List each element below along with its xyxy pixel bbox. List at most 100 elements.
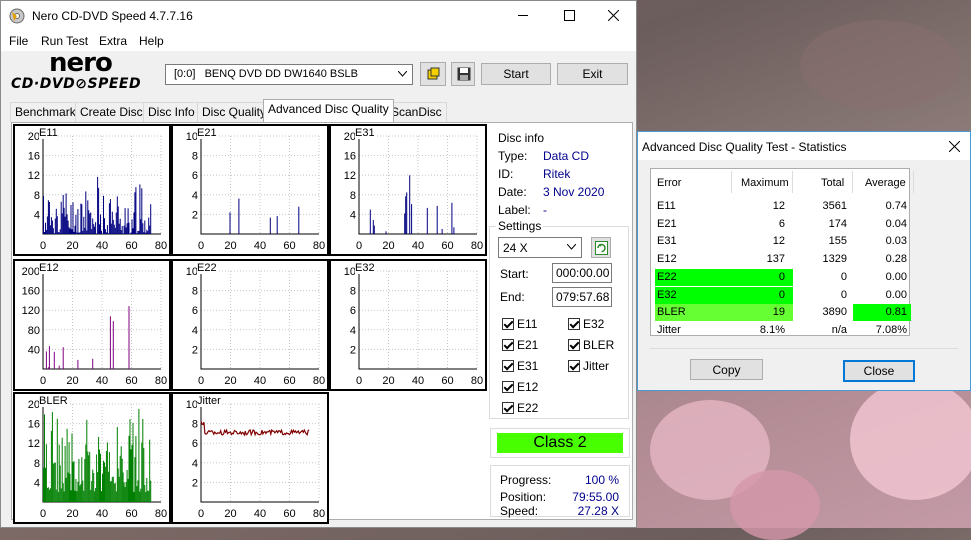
data-bar — [405, 196, 406, 234]
data-bar — [106, 232, 107, 234]
data-bar — [71, 205, 72, 234]
tab-disc-quality[interactable]: Disc Quality — [197, 102, 271, 122]
exit-button[interactable]: Exit — [557, 63, 628, 85]
close-icon[interactable] — [949, 141, 960, 152]
end-time-input[interactable]: 079:57.68 — [552, 287, 612, 307]
graph-title: E12 — [39, 262, 59, 274]
drive-eject-button[interactable] — [420, 62, 446, 86]
tab-benchmark[interactable]: Benchmark — [10, 102, 81, 122]
checkbox-e32[interactable]: E32 — [568, 317, 604, 331]
data-bar — [145, 492, 146, 502]
data-bar — [75, 491, 76, 502]
data-bar — [93, 473, 94, 502]
data-bar — [370, 210, 371, 234]
y-tick-label: 120 — [22, 305, 40, 317]
progress-label: Progress: — [500, 473, 551, 487]
save-button[interactable] — [451, 62, 475, 86]
data-bar — [106, 451, 107, 502]
start-button[interactable]: Start — [481, 63, 551, 85]
x-tick-label: 0 — [40, 375, 46, 387]
data-bar — [74, 461, 75, 502]
data-bar — [68, 473, 69, 503]
x-tick-label: 80 — [155, 375, 167, 387]
menu-extra[interactable]: Extra — [99, 34, 127, 48]
statistics-row-e32: E32000.00 — [651, 287, 909, 304]
data-bar — [135, 187, 136, 234]
position-value: 79:55.00 — [572, 490, 619, 504]
x-tick-label: 20 — [224, 375, 236, 387]
statistics-row-e22: E22000.00 — [651, 269, 909, 286]
data-bar — [143, 448, 144, 502]
y-tick-label: 8 — [350, 190, 356, 202]
drive-select[interactable]: [0:0] BENQ DVD DD DW1640 BSLB — [165, 64, 413, 85]
data-bar — [129, 306, 130, 369]
cell-avg: 0.00 — [847, 271, 907, 283]
data-bar — [70, 229, 71, 234]
position-label: Position: — [500, 490, 546, 504]
data-bar — [94, 491, 95, 502]
copy-button[interactable]: Copy — [690, 359, 763, 380]
data-bar — [105, 229, 106, 234]
checkbox-e31[interactable]: E31 — [502, 359, 538, 373]
data-bar — [80, 484, 81, 502]
close-button[interactable]: Close — [843, 360, 915, 382]
speed-select-value: 24 X — [503, 241, 528, 255]
checkbox-jitter[interactable]: Jitter — [568, 359, 609, 373]
cell-max: 12 — [725, 235, 785, 247]
menu-file[interactable]: File — [9, 34, 28, 48]
data-bar — [406, 192, 407, 234]
statistics-row-e12: E1213713290.28 — [651, 251, 909, 268]
minimize-icon[interactable] — [518, 15, 528, 16]
refresh-button[interactable] — [591, 237, 611, 258]
title-bar[interactable]: Nero CD-DVD Speed 4.7.7.16 — [1, 1, 636, 31]
chevron-down-icon — [567, 244, 576, 250]
graph-title: E31 — [355, 127, 375, 139]
y-tick-label: 16 — [344, 151, 356, 163]
data-bar — [103, 196, 104, 234]
maximize-icon[interactable] — [564, 10, 575, 21]
checkbox-e22[interactable]: E22 — [502, 401, 538, 415]
dialog-title-bar[interactable]: Advanced Disc Quality Test - Statistics — [638, 132, 970, 160]
checkbox-bler[interactable]: BLER — [568, 338, 614, 352]
x-tick-label: 80 — [155, 240, 167, 252]
data-bar — [45, 468, 46, 502]
data-bar — [146, 478, 147, 502]
cell-error: E22 — [657, 271, 677, 283]
data-bar — [100, 454, 101, 502]
checkbox-e21[interactable]: E21 — [502, 338, 538, 352]
checkbox-e12[interactable]: E12 — [502, 380, 538, 394]
close-icon[interactable] — [608, 10, 619, 21]
statistics-row-jitter: Jitter8.1%n/a7.08% — [651, 322, 909, 339]
data-bar — [88, 455, 89, 502]
header-total: Total — [821, 177, 844, 189]
data-bar — [43, 196, 44, 234]
main-window: Nero CD-DVD Speed 4.7.7.16 File Run Test… — [0, 0, 637, 528]
x-tick-label: 60 — [125, 375, 137, 387]
x-tick-label: 40 — [254, 508, 266, 520]
data-bar — [81, 204, 82, 234]
menu-run-test[interactable]: Run Test — [41, 34, 88, 48]
y-tick-label: 40 — [28, 344, 40, 356]
cell-error: Jitter — [657, 324, 681, 336]
x-tick-label: 40 — [96, 240, 108, 252]
data-bar — [76, 491, 77, 502]
header-average: Average — [865, 177, 906, 189]
x-tick-label: 20 — [382, 240, 394, 252]
tab-disc-info[interactable]: Disc Info — [143, 102, 200, 122]
menu-help[interactable]: Help — [139, 34, 164, 48]
graph-title: BLER — [39, 395, 68, 407]
tab-create-disc[interactable]: Create Disc — [75, 102, 148, 122]
data-bar — [87, 452, 88, 503]
start-time-input[interactable]: 000:00.00 — [552, 263, 612, 283]
x-tick-label: 0 — [198, 375, 204, 387]
data-bar — [58, 232, 59, 234]
graph-title: E21 — [197, 127, 217, 139]
speed-select[interactable]: 24 X — [498, 237, 582, 258]
data-bar — [49, 202, 50, 234]
data-bar — [53, 228, 54, 234]
tab-advanced-disc-quality[interactable]: Advanced Disc Quality — [263, 99, 394, 122]
data-bar — [143, 232, 144, 234]
data-bar — [114, 225, 115, 234]
checkbox-e11[interactable]: E11 — [502, 317, 537, 331]
tab-scandisc[interactable]: ScanDisc — [386, 102, 447, 122]
